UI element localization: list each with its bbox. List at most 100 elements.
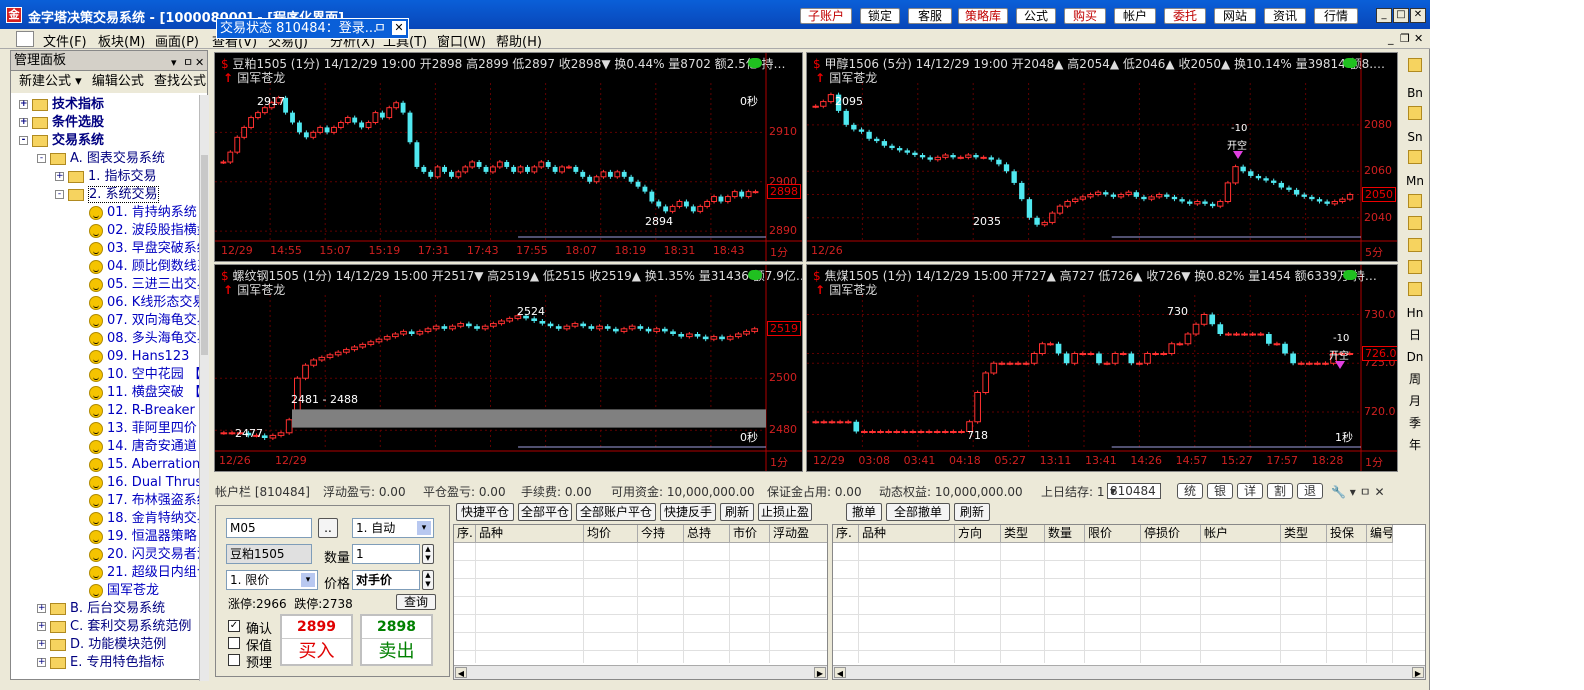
titlebar-button-4[interactable]: 公式	[1016, 8, 1056, 24]
account-selector[interactable]: 810484 ▾	[1107, 483, 1161, 499]
mdi-close-icon[interactable]: ✕	[1414, 32, 1423, 45]
tree-node[interactable]: + C. 套利交易系统范例	[37, 618, 191, 636]
code-input[interactable]: M05	[226, 518, 312, 538]
chart-panel-2[interactable]: 2500 2480 12/26 12/29 1分 $ 螺纹钢1505 (1分) 14/12…	[214, 264, 803, 472]
tree-node[interactable]: + D. 功能模块范例	[37, 636, 166, 654]
scroll-right-icon[interactable]: ▶	[1412, 667, 1424, 678]
tree-node[interactable]: 10. 空中花园 【日内】	[89, 366, 199, 384]
tree-node[interactable]: 15. Aberration 【日内】	[89, 456, 199, 474]
pos-button-3[interactable]: 快捷反手	[660, 503, 716, 521]
ord-button-1[interactable]: 全部撤单	[886, 503, 950, 521]
checkbox-0[interactable]: ✓	[228, 620, 240, 632]
pos-button-4[interactable]: 刷新	[720, 503, 754, 521]
tree-node[interactable]: 16. Dual Thrust 【日内】	[89, 474, 199, 492]
checkbox-1[interactable]	[228, 637, 240, 649]
mode-select[interactable]: 1. 自动 ▾	[352, 518, 434, 538]
pin-icon[interactable]: ㅁ	[374, 19, 386, 38]
column-header[interactable]: 限价	[1085, 525, 1141, 543]
popup-close-button[interactable]: ✕	[392, 21, 406, 35]
titlebar-button-3[interactable]: 策略库	[958, 8, 1008, 24]
qty-input[interactable]: 1	[352, 544, 420, 564]
account-button-0[interactable]: 统	[1177, 483, 1203, 499]
find-formula-button[interactable]: 查找公式	[154, 74, 206, 89]
period-button[interactable]: Sn	[1405, 128, 1425, 146]
tree-node[interactable]: + E. 专用特色指标	[37, 654, 164, 672]
tree-node[interactable]: 08. 多头海龟交易系统	[89, 330, 199, 348]
period-icon[interactable]	[1408, 106, 1422, 120]
account-button-4[interactable]: 退	[1297, 483, 1323, 499]
sell-button[interactable]: 2898 卖出	[360, 614, 433, 666]
titlebar-button-8[interactable]: 网站	[1214, 8, 1256, 24]
menu-item-0[interactable]: 文件(F)	[43, 31, 87, 50]
period-button[interactable]: Mn	[1405, 172, 1425, 190]
tree-node[interactable]: +1. 指标交易	[55, 168, 157, 186]
scroll-right-icon[interactable]: ▶	[814, 667, 826, 678]
green-arrow-icon[interactable]	[1343, 58, 1357, 68]
column-header[interactable]: 帐户	[1201, 525, 1281, 543]
column-header[interactable]: 浮动盈	[770, 525, 827, 543]
expand-icon[interactable]: +	[19, 100, 28, 109]
pin-icon[interactable]: ㅁ	[183, 53, 193, 72]
tree-node[interactable]: 19. 恒温器策略	[89, 528, 197, 546]
green-arrow-icon[interactable]	[748, 58, 762, 68]
titlebar-button-2[interactable]: 客服	[908, 8, 952, 24]
period-button[interactable]: Bn	[1405, 84, 1425, 102]
tree-node[interactable]: 09. Hans123 【日内】	[89, 348, 199, 366]
chart-panel-1[interactable]: 2080 2060 2050 2040 12/26 5分 $ 甲醇1506 (5分) 14/…	[806, 52, 1398, 262]
green-arrow-icon[interactable]	[748, 270, 762, 280]
titlebar-button-9[interactable]: 资讯	[1264, 8, 1306, 24]
tree-node[interactable]: 18. 金肯特纳交易系统	[89, 510, 199, 528]
period-button[interactable]: 年	[1405, 436, 1425, 454]
chart-canvas[interactable]	[215, 265, 802, 471]
expand-icon[interactable]: -	[55, 190, 64, 199]
query-button[interactable]: 查询	[396, 594, 436, 610]
account-button-3[interactable]: 割	[1267, 483, 1293, 499]
titlebar-button-1[interactable]: 锁定	[860, 8, 900, 24]
menu-item-7[interactable]: 窗口(W)	[437, 31, 486, 50]
column-header[interactable]: 市价	[730, 525, 770, 543]
column-header[interactable]: 序.	[454, 525, 476, 543]
edit-formula-button[interactable]: 编辑公式	[92, 74, 144, 89]
chart-canvas[interactable]	[807, 53, 1397, 261]
new-formula-button[interactable]: 新建公式	[19, 74, 71, 89]
account-button-1[interactable]: 银	[1207, 483, 1233, 499]
tree-node[interactable]: + 技术指标	[19, 96, 104, 114]
period-icon[interactable]	[1408, 150, 1422, 164]
tree-node[interactable]: 11. 横盘突破 【日内】	[89, 384, 199, 402]
code-browse-button[interactable]: ..	[318, 518, 338, 538]
period-icon[interactable]	[1408, 282, 1422, 296]
green-arrow-icon[interactable]	[1343, 270, 1357, 280]
tree-node[interactable]: 20. 闪灵交易者法则	[89, 546, 199, 564]
period-icon[interactable]	[1408, 238, 1422, 252]
tree-node[interactable]: + 条件选股	[19, 114, 104, 132]
mdi-restore-icon[interactable]: ❐	[1400, 32, 1410, 45]
menu-item-1[interactable]: 板块(M)	[98, 31, 145, 50]
mdi-minimize-icon[interactable]: _	[1388, 32, 1394, 45]
ord-button-2[interactable]: 刷新	[954, 503, 990, 521]
checkbox-2[interactable]	[228, 654, 240, 666]
titlebar-button-0[interactable]: 子账户	[800, 8, 852, 24]
period-button[interactable]: Hn	[1405, 304, 1425, 322]
tree-node[interactable]: 14. 唐奇安通道	[89, 438, 197, 456]
scroll-left-icon[interactable]: ◀	[834, 667, 846, 678]
scroll-left-icon[interactable]: ◀	[455, 667, 467, 678]
period-button[interactable]: 月	[1405, 392, 1425, 410]
period-button[interactable]: 季	[1405, 414, 1425, 432]
ord-button-0[interactable]: 撤单	[846, 503, 882, 521]
panel-close-icon[interactable]: ✕	[195, 53, 204, 72]
price-type-select[interactable]: 1. 限价 ▾	[226, 570, 318, 590]
horizontal-scrollbar[interactable]: ◀ ▶	[833, 665, 1425, 679]
tree-node[interactable]: 01. 肯持纳系统	[89, 204, 197, 222]
column-header[interactable]: 均价	[584, 525, 638, 543]
chart-canvas[interactable]	[807, 265, 1397, 471]
expand-icon[interactable]: -	[19, 136, 28, 145]
tree-node[interactable]: + B. 后台交易系统	[37, 600, 165, 618]
column-header[interactable]: 停损价	[1141, 525, 1201, 543]
chart-canvas[interactable]	[215, 53, 802, 261]
column-header[interactable]: 序.	[833, 525, 859, 543]
tree-node[interactable]: 05. 三进三出交易系统	[89, 276, 199, 294]
chart-panel-0[interactable]: 2910 2900 2890 12/29 14:55 15:07 15:19 17:31 17:…	[214, 52, 803, 262]
tree-node[interactable]: 03. 早盘突破系统	[89, 240, 199, 258]
column-header[interactable]: 方向	[955, 525, 1001, 543]
tree-node[interactable]: 04. 顾比倒数线系统	[89, 258, 199, 276]
